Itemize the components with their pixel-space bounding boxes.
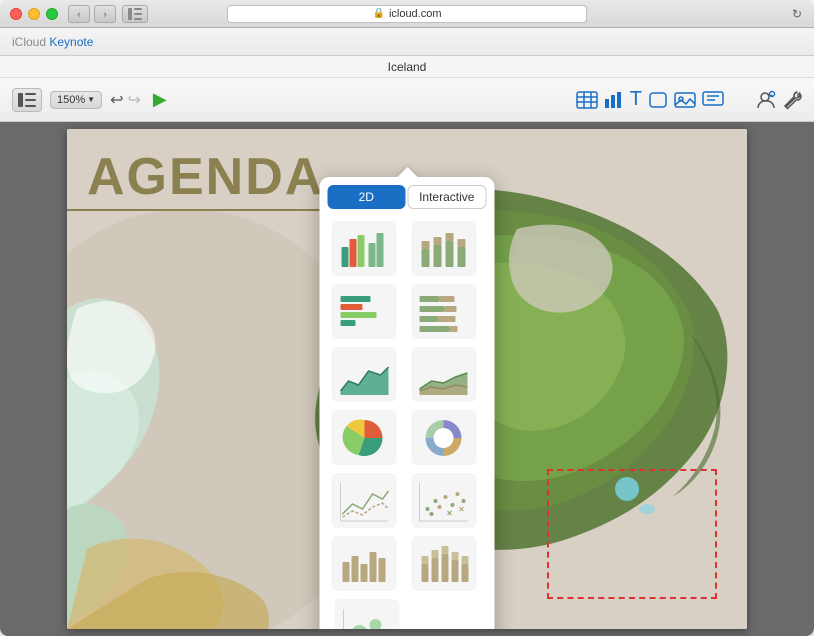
chart-tab-row: 2D Interactive — [320, 177, 495, 217]
chart-donut[interactable] — [411, 410, 476, 465]
panel-toggle-button[interactable] — [12, 88, 42, 112]
url-bar[interactable]: 🔒 icloud.com — [227, 5, 587, 23]
chart-area[interactable] — [332, 347, 397, 402]
media-button[interactable] — [674, 91, 696, 109]
app-bar: iCloud Keynote — [0, 28, 814, 56]
chart-grid — [320, 217, 495, 629]
close-button[interactable] — [10, 8, 22, 20]
chart-scatter[interactable] — [411, 473, 476, 528]
undo-button[interactable]: ↩ — [110, 90, 123, 110]
app-window: ‹ › 🔒 icloud.com ↻ iCloud Keynote Icelan… — [0, 0, 814, 636]
agenda-title: AGENDA — [87, 147, 324, 207]
url-text: icloud.com — [389, 8, 442, 20]
chart-bubble[interactable] — [335, 599, 400, 629]
svg-text:+: + — [770, 93, 773, 99]
chart-type-picker: 2D Interactive — [320, 177, 495, 629]
comment-button[interactable] — [702, 91, 724, 109]
chart-bar-h-stacked[interactable] — [411, 284, 476, 339]
zoom-selector[interactable]: 150% ▼ — [50, 91, 102, 109]
lock-icon: 🔒 — [372, 8, 384, 19]
chart-bar-grouped[interactable] — [332, 221, 397, 276]
wrench-button[interactable] — [782, 90, 802, 110]
main-area: AGENDA 2D Interactive — [0, 122, 814, 636]
chart-button[interactable] — [604, 91, 624, 109]
tab-interactive-button[interactable]: Interactive — [407, 185, 487, 209]
zoom-chevron: ▼ — [87, 95, 95, 104]
keynote-label[interactable]: Keynote — [49, 35, 93, 49]
selection-rectangle[interactable] — [547, 469, 717, 599]
toolbar: 150% ▼ ↩ ↪ ▶ T — [0, 78, 814, 122]
redo-button[interactable]: ↪ — [127, 90, 140, 110]
zoom-value: 150% — [57, 94, 85, 106]
chart-bar-stacked2[interactable] — [411, 536, 476, 591]
maximize-button[interactable] — [46, 8, 58, 20]
back-button[interactable]: ‹ — [68, 5, 90, 23]
forward-button[interactable]: › — [94, 5, 116, 23]
chart-pie[interactable] — [332, 410, 397, 465]
slide-canvas[interactable]: AGENDA 2D Interactive — [67, 129, 747, 629]
shape-button[interactable] — [648, 91, 668, 109]
chart-area-stacked[interactable] — [411, 347, 476, 402]
sidebar-toggle-button[interactable] — [122, 5, 148, 23]
chart-bar-single[interactable] — [332, 536, 397, 591]
traffic-lights — [10, 8, 58, 20]
reload-button[interactable]: ↻ — [792, 7, 802, 21]
chart-line[interactable] — [332, 473, 397, 528]
chart-bar-stacked[interactable] — [411, 221, 476, 276]
collaborate-button[interactable]: + — [754, 90, 776, 110]
minimize-button[interactable] — [28, 8, 40, 20]
chart-bar-h-grouped[interactable] — [332, 284, 397, 339]
text-button[interactable]: T — [630, 88, 642, 111]
doc-title-bar: Iceland — [0, 56, 814, 78]
table-button[interactable] — [576, 91, 598, 109]
tab-2d-button[interactable]: 2D — [328, 185, 406, 209]
play-button[interactable]: ▶ — [153, 89, 167, 110]
icloud-label: iCloud — [12, 35, 46, 49]
titlebar: ‹ › 🔒 icloud.com ↻ — [0, 0, 814, 28]
doc-title: Iceland — [388, 60, 427, 74]
